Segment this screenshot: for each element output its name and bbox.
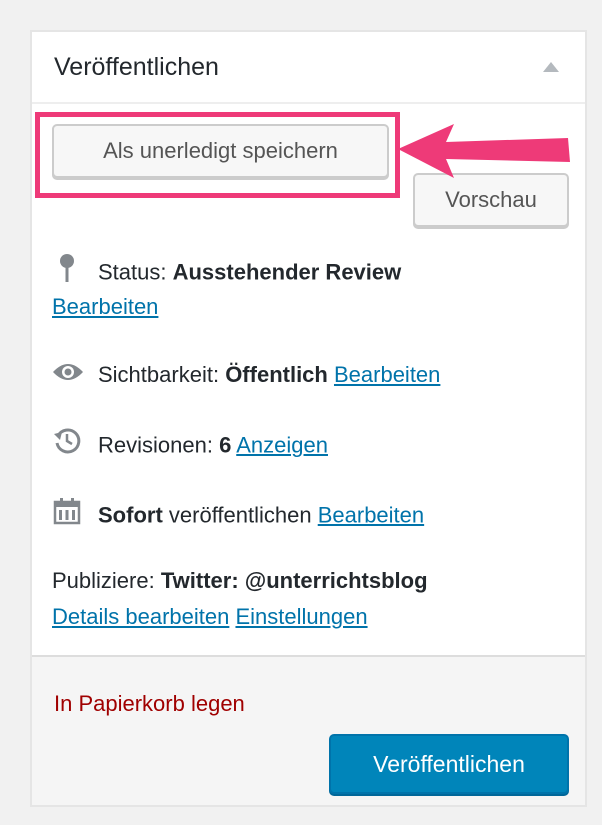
history-icon (52, 427, 82, 466)
revisions-view-link[interactable]: Anzeigen (236, 432, 328, 457)
publicize-details-link[interactable]: Details bearbeiten (52, 604, 229, 629)
visibility-edit-link[interactable]: Bearbeiten (334, 362, 440, 387)
schedule-label: veröffentlichen (168, 502, 312, 528)
move-to-trash-link[interactable]: In Papierkorb legen (54, 691, 245, 717)
schedule-value: Sofort (98, 502, 163, 528)
publicize-settings-link[interactable]: Einstellungen (235, 604, 367, 629)
panel-title: Veröffentlichen (54, 53, 219, 81)
revisions-row: Revisionen: 6 Anzeigen (52, 427, 575, 466)
calendar-icon (52, 497, 82, 536)
pin-icon (52, 253, 82, 294)
publish-panel: Veröffentlichen Als unerledigt speichern… (30, 30, 587, 807)
revisions-count: 6 (219, 432, 232, 458)
eye-icon (52, 358, 83, 394)
visibility-row: Sichtbarkeit: Öffentlich Bearbeiten (52, 357, 575, 394)
revisions-label: Revisionen: (98, 432, 213, 458)
status-row: Status: Ausstehender Review (52, 253, 575, 294)
status-label: Status: (98, 259, 167, 285)
schedule-row: Sofort veröffentlichen Bearbeiten (52, 497, 575, 536)
publish-button[interactable]: Veröffentlichen (329, 734, 569, 794)
publicize-links-row: Details bearbeiten Einstellungen (52, 599, 575, 635)
collapse-toggle-icon[interactable] (543, 62, 559, 72)
status-value: Ausstehender Review (172, 259, 402, 285)
publicize-value: Twitter: @unterrichtsblog (160, 568, 428, 593)
preview-button[interactable]: Vorschau (413, 173, 569, 227)
publicize-row: Publiziere: Twitter: @unterrichtsblog (52, 563, 575, 599)
visibility-label: Sichtbarkeit: (98, 362, 220, 387)
save-draft-button[interactable]: Als unerledigt speichern (52, 124, 389, 178)
major-publishing-actions: In Papierkorb legen Veröffentlichen (32, 655, 585, 805)
panel-header[interactable]: Veröffentlichen (32, 32, 585, 104)
status-edit-link[interactable]: Bearbeiten (52, 294, 158, 319)
visibility-value: Öffentlich (225, 362, 328, 387)
status-edit-row: Bearbeiten (52, 289, 575, 325)
publicize-label: Publiziere: (52, 568, 155, 593)
schedule-edit-link[interactable]: Bearbeiten (318, 502, 424, 527)
